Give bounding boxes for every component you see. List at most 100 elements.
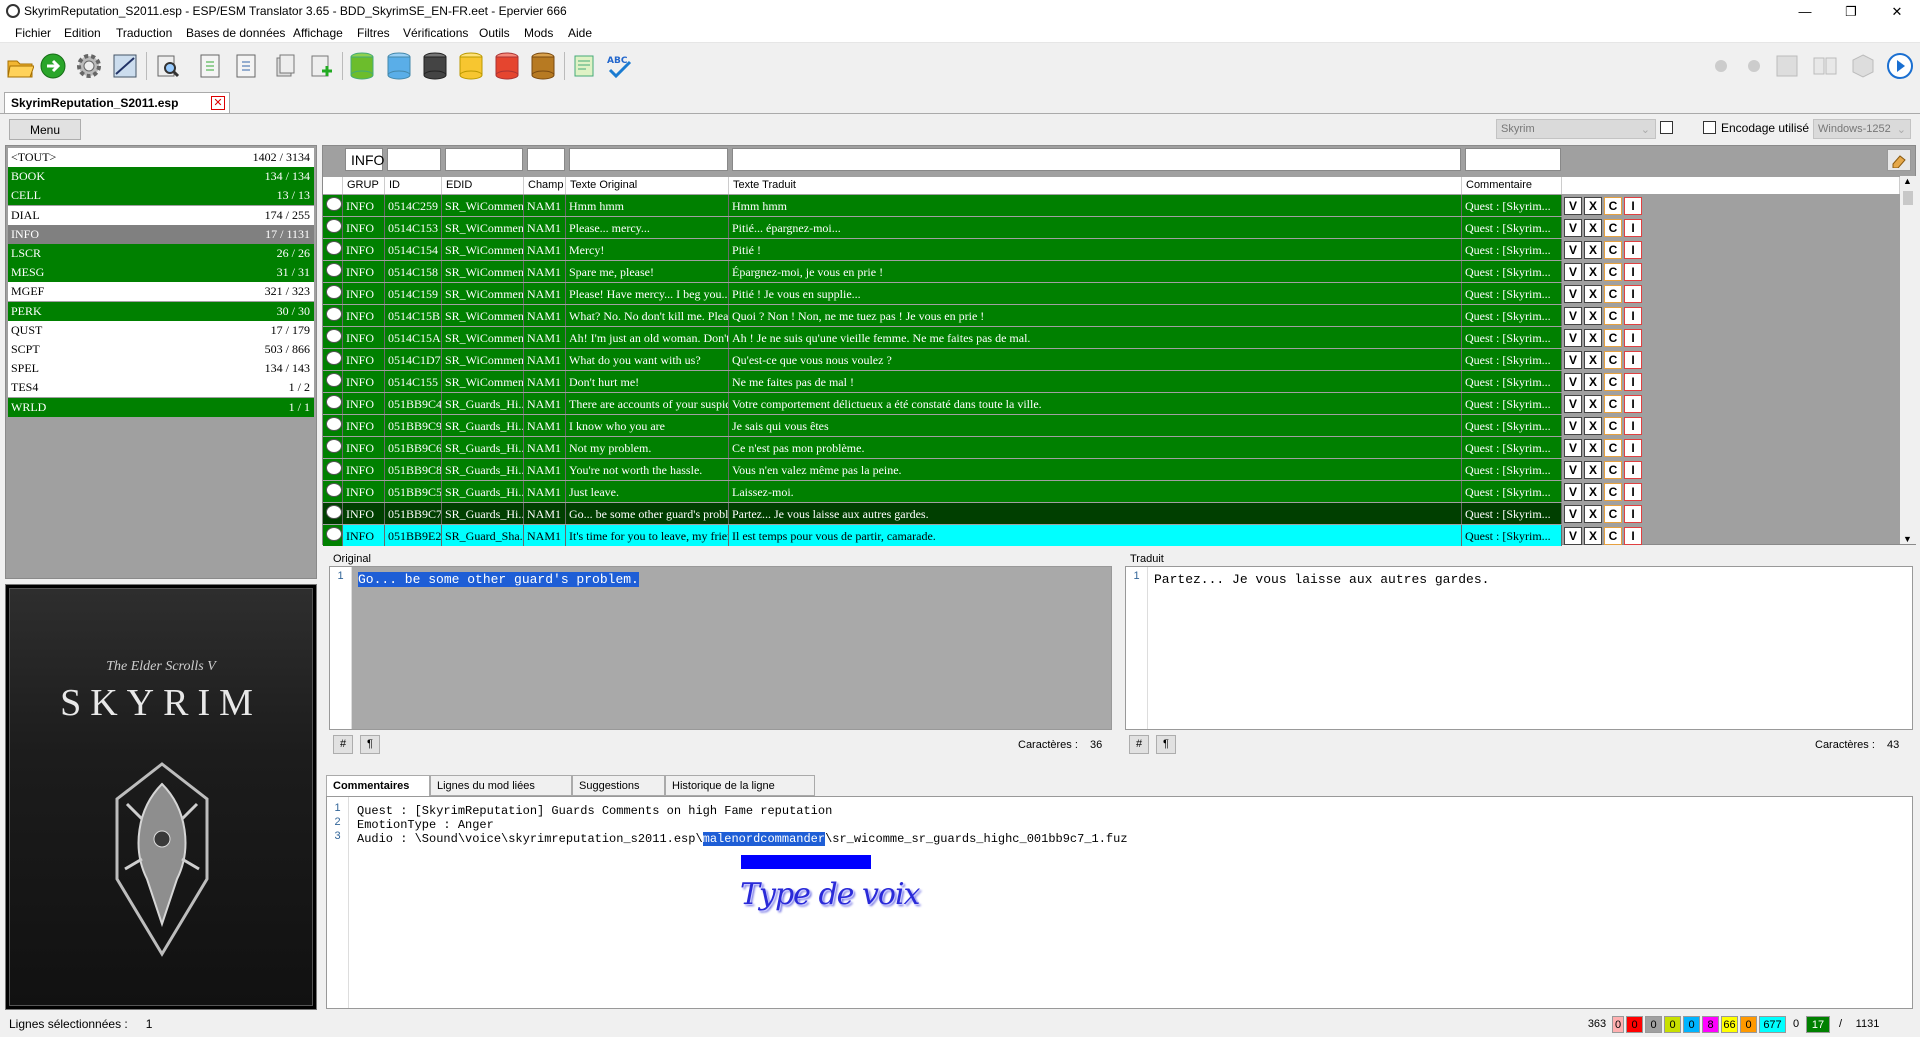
- original-editor[interactable]: 1 Go... be some other guard's problem.: [329, 566, 1112, 730]
- cell-comment[interactable]: Quest : [Skyrim...: [1462, 393, 1562, 414]
- cell-comment[interactable]: Quest : [Skyrim...: [1462, 261, 1562, 282]
- database-blue-icon[interactable]: [384, 51, 414, 81]
- copy-button[interactable]: C: [1604, 505, 1622, 523]
- database-black-icon[interactable]: [420, 51, 450, 81]
- import-icon[interactable]: [195, 51, 225, 81]
- database-brown-icon[interactable]: [528, 51, 558, 81]
- table-row[interactable]: INFO0514C15BSR_WiCommen...NAM1What? No. …: [323, 305, 1910, 327]
- filter-original-input[interactable]: [569, 148, 728, 171]
- header-original[interactable]: Texte Original: [566, 177, 729, 194]
- cell-orig[interactable]: I know who you are: [566, 415, 729, 436]
- scroll-thumb[interactable]: [1903, 191, 1913, 205]
- cell-edid[interactable]: SR_WiCommen...: [442, 305, 524, 326]
- category-item-cell[interactable]: CELL 13 / 13: [8, 186, 314, 206]
- cell-comment[interactable]: Quest : [Skyrim...: [1462, 459, 1562, 480]
- chart-icon[interactable]: [110, 51, 140, 81]
- validate-button[interactable]: V: [1564, 417, 1582, 435]
- comment-bubble-icon[interactable]: [323, 195, 343, 216]
- cell-trad[interactable]: Pitié !: [729, 239, 1462, 260]
- cell-champ[interactable]: NAM1: [524, 415, 566, 436]
- cell-champ[interactable]: NAM1: [524, 503, 566, 524]
- validate-button[interactable]: V: [1564, 307, 1582, 325]
- menu-verifications[interactable]: Vérifications: [403, 26, 468, 40]
- filter-edid-input[interactable]: [445, 148, 523, 171]
- encoding-checkbox[interactable]: [1703, 121, 1716, 134]
- table-row[interactable]: INFO0514C155SR_WiCommen...NAM1Don't hurt…: [323, 371, 1910, 393]
- cell-trad[interactable]: Qu'est-ce que vous nous voulez ?: [729, 349, 1462, 370]
- cell-id[interactable]: 051BB9C8: [385, 459, 442, 480]
- cell-id[interactable]: 0514C158: [385, 261, 442, 282]
- cell-comment[interactable]: Quest : [Skyrim...: [1462, 371, 1562, 392]
- cell-trad[interactable]: Ah ! Je ne suis qu'une vieille femme. Ne…: [729, 327, 1462, 348]
- menu-aide[interactable]: Aide: [568, 26, 592, 40]
- table-row[interactable]: INFO0514C154SR_WiCommen...NAM1Mercy!Piti…: [323, 239, 1910, 261]
- encoding-select[interactable]: Windows-1252 ⌄: [1813, 119, 1911, 139]
- reject-button[interactable]: X: [1584, 461, 1602, 479]
- cell-orig[interactable]: You're not worth the hassle.: [566, 459, 729, 480]
- copy-button[interactable]: C: [1604, 219, 1622, 237]
- cell-champ[interactable]: NAM1: [524, 393, 566, 414]
- copy-button[interactable]: C: [1604, 483, 1622, 501]
- validate-button[interactable]: V: [1564, 505, 1582, 523]
- cell-orig[interactable]: Go... be some other guard's proble...: [566, 503, 729, 524]
- reject-button[interactable]: X: [1584, 219, 1602, 237]
- category-item-lscr[interactable]: LSCR 26 / 26: [8, 244, 314, 263]
- comment-bubble-icon[interactable]: [323, 393, 343, 414]
- cell-grup[interactable]: INFO: [343, 503, 385, 524]
- cell-edid[interactable]: SR_WiCommen...: [442, 371, 524, 392]
- go-arrow-icon[interactable]: [38, 51, 68, 81]
- cell-champ[interactable]: NAM1: [524, 217, 566, 238]
- menu-mods[interactable]: Mods: [524, 26, 553, 40]
- vertical-scrollbar[interactable]: ▲ ▼: [1900, 176, 1916, 544]
- copy-button[interactable]: C: [1604, 241, 1622, 259]
- menu-button[interactable]: Menu: [9, 119, 81, 140]
- category-item-qust[interactable]: QUST 17 / 179: [8, 320, 314, 340]
- cell-grup[interactable]: INFO: [343, 261, 385, 282]
- copy-button[interactable]: C: [1604, 527, 1622, 545]
- validate-button[interactable]: V: [1564, 461, 1582, 479]
- translated-editor[interactable]: 1 Partez... Je vous laisse aux autres ga…: [1125, 566, 1913, 730]
- copy-button[interactable]: C: [1604, 417, 1622, 435]
- validate-button[interactable]: V: [1564, 439, 1582, 457]
- tab-commentaires[interactable]: Commentaires: [326, 775, 430, 796]
- translated-text[interactable]: Partez... Je vous laisse aux autres gard…: [1154, 572, 1489, 587]
- header-grup[interactable]: GRUP: [343, 177, 385, 194]
- copy-button[interactable]: C: [1604, 329, 1622, 347]
- cell-grup[interactable]: INFO: [343, 195, 385, 216]
- category-item-tout[interactable]: <TOUT> 1402 / 3134: [8, 148, 314, 167]
- comment-bubble-icon[interactable]: [323, 217, 343, 238]
- menu-filtres[interactable]: Filtres: [357, 26, 390, 40]
- comment-bubble-icon[interactable]: [323, 415, 343, 436]
- copy-button[interactable]: C: [1604, 307, 1622, 325]
- cell-id[interactable]: 051BB9E2: [385, 525, 442, 546]
- comment-bubble-icon[interactable]: [323, 459, 343, 480]
- database-yellow-icon[interactable]: [456, 51, 486, 81]
- info-button[interactable]: I: [1624, 351, 1642, 369]
- validate-button[interactable]: V: [1564, 527, 1582, 545]
- cell-edid[interactable]: SR_Guards_Hi...: [442, 503, 524, 524]
- info-button[interactable]: I: [1624, 307, 1642, 325]
- cell-grup[interactable]: INFO: [343, 393, 385, 414]
- copy-button[interactable]: C: [1604, 263, 1622, 281]
- table-row[interactable]: INFO 051BB9C4 SR_Guards_Hi... NAM1 There are…: [323, 393, 1910, 415]
- cell-comment[interactable]: Quest : [Skyrim...: [1462, 305, 1562, 326]
- cell-champ[interactable]: NAM1: [524, 459, 566, 480]
- cell-id[interactable]: 0514C15B: [385, 305, 442, 326]
- category-item-dial[interactable]: DIAL 174 / 255: [8, 205, 314, 225]
- cell-champ[interactable]: NAM1: [524, 261, 566, 282]
- grid-icon[interactable]: [1772, 51, 1802, 81]
- copy-button[interactable]: C: [1604, 461, 1622, 479]
- validate-button[interactable]: V: [1564, 197, 1582, 215]
- cell-orig[interactable]: Hmm hmm: [566, 195, 729, 216]
- filter-comment-input[interactable]: [1465, 148, 1561, 171]
- cell-edid[interactable]: SR_Guards_Hi...: [442, 415, 524, 436]
- cell-orig[interactable]: Please! Have mercy... I beg you...: [566, 283, 729, 304]
- info-button[interactable]: I: [1624, 285, 1642, 303]
- cell-grup[interactable]: INFO: [343, 481, 385, 502]
- cell-edid[interactable]: SR_WiCommen...: [442, 261, 524, 282]
- cell-trad[interactable]: Ne me faites pas de mal !: [729, 371, 1462, 392]
- close-tab-icon[interactable]: ✕: [211, 96, 225, 110]
- info-button[interactable]: I: [1624, 483, 1642, 501]
- info-button[interactable]: I: [1624, 461, 1642, 479]
- cell-trad[interactable]: Il est temps pour vous de partir, camara…: [729, 525, 1462, 546]
